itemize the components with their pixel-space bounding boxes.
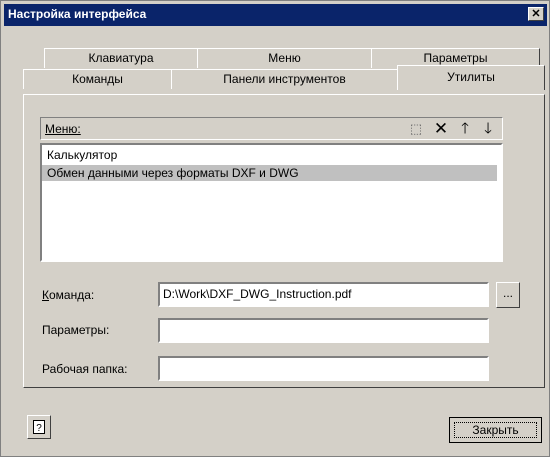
tab-label: Утилиты <box>447 70 495 84</box>
title-bar[interactable]: Настройка интерфейса ✕ <box>4 4 547 26</box>
new-item-icon[interactable]: ⬚ <box>407 120 425 138</box>
command-field[interactable]: D:\Work\DXF_DWG_Instruction.pdf <box>158 282 489 307</box>
close-window-button[interactable]: ✕ <box>528 7 544 21</box>
parameters-label: Параметры: <box>42 323 110 337</box>
tab-utilities[interactable]: Утилиты <box>397 65 545 90</box>
parameters-field[interactable] <box>158 318 489 343</box>
tab-toolbars[interactable]: Панели инструментов <box>171 69 398 89</box>
browse-button[interactable]: ... <box>496 282 520 308</box>
arrow-up-icon[interactable]: 🡑 <box>456 120 474 138</box>
close-button-label: Закрыть <box>454 422 537 438</box>
list-item-selected[interactable]: Обмен данными через форматы DXF и DWG <box>42 165 497 181</box>
workdir-field[interactable] <box>158 356 489 381</box>
close-icon: ✕ <box>531 8 541 20</box>
tab-keyboard[interactable]: Клавиатура <box>44 48 198 68</box>
dialog-window: Настройка интерфейса ✕ Клавиатура Меню П… <box>0 0 550 457</box>
help-button[interactable]: ? <box>27 415 51 439</box>
command-label: Команда: <box>42 288 95 302</box>
help-icon: ? <box>33 420 45 434</box>
workdir-label: Рабочая папка: <box>42 362 128 376</box>
list-item[interactable]: Калькулятор <box>42 147 501 163</box>
command-label-rest: оманда: <box>49 288 95 302</box>
close-button[interactable]: Закрыть <box>449 417 542 443</box>
tab-commands[interactable]: Команды <box>23 69 172 89</box>
arrow-down-icon[interactable]: 🡓 <box>479 120 497 138</box>
menu-list[interactable]: Калькулятор Обмен данными через форматы … <box>40 143 503 262</box>
tab-label: Команды <box>72 72 123 86</box>
window-title: Настройка интерфейса <box>8 7 147 21</box>
tab-label: Панели инструментов <box>223 72 346 86</box>
menu-header: Меню: ⬚ ✕ 🡑 🡓 <box>40 117 503 140</box>
tab-label: Параметры <box>423 51 488 65</box>
tab-menu[interactable]: Меню <box>197 48 372 68</box>
tab-label: Меню <box>268 51 301 65</box>
help-glyph: ? <box>36 423 42 434</box>
tab-label: Клавиатура <box>88 51 154 65</box>
menu-label: Меню: <box>45 122 81 136</box>
delete-icon[interactable]: ✕ <box>432 120 450 138</box>
